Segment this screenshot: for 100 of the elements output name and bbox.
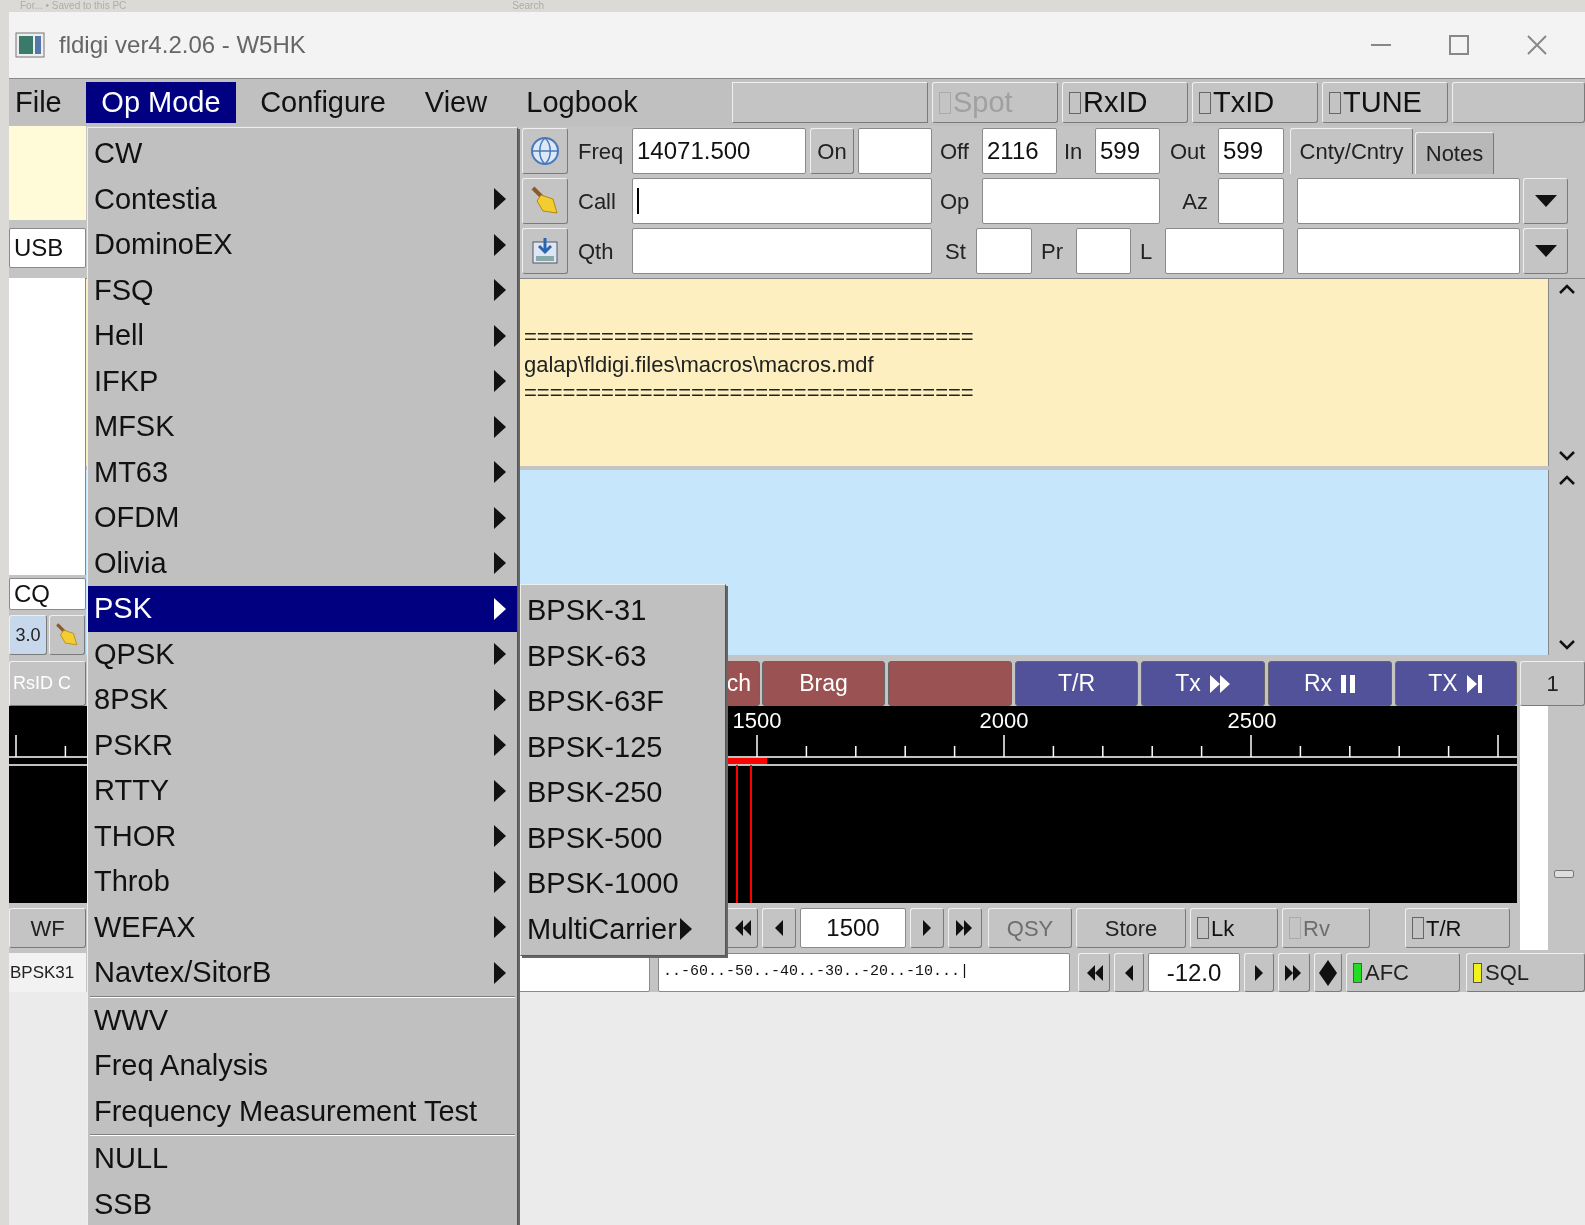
menu-item[interactable]: RTTY	[88, 768, 517, 814]
arrow-up-icon[interactable]	[1558, 474, 1576, 486]
arrow-down-icon[interactable]	[1558, 450, 1576, 462]
tab[interactable]: Notes	[1415, 132, 1494, 174]
toggle-button[interactable]: T/R	[1405, 908, 1510, 948]
frequency-field[interactable]: 14071.500	[632, 128, 806, 174]
menu-item[interactable]: MultiCarrier	[521, 906, 725, 952]
macro-button[interactable]: Tx	[1141, 661, 1265, 706]
fast-back-button[interactable]	[1078, 953, 1110, 992]
dropdown-button[interactable]	[1523, 178, 1568, 224]
menu-item[interactable]: QPSK	[88, 631, 517, 677]
checkbox[interactable]	[1329, 91, 1341, 114]
clear-button[interactable]	[522, 178, 568, 224]
locator-field[interactable]	[1165, 228, 1284, 274]
menu-item[interactable]: Op Mode	[86, 82, 236, 123]
toggle-button[interactable]: RxID	[1062, 82, 1188, 123]
menu-item[interactable]: BPSK-500	[521, 815, 725, 861]
menu-item[interactable]: Olivia	[88, 540, 517, 586]
checkbox[interactable]	[1199, 91, 1211, 114]
macro-button[interactable]: T/R	[1015, 661, 1138, 706]
toggle-button[interactable]: TUNE	[1322, 82, 1448, 123]
menu-item[interactable]: Configure	[246, 82, 400, 123]
on-button[interactable]: On	[810, 128, 854, 174]
menu-item[interactable]: PSKR	[88, 722, 517, 768]
menu-item[interactable]: MT63	[88, 449, 517, 495]
menu-item[interactable]: Navtex/SitorB	[88, 950, 517, 996]
menu-item[interactable]: BPSK-250	[521, 770, 725, 816]
slider-track[interactable]	[1520, 706, 1548, 950]
rst-out-field[interactable]: 599	[1218, 128, 1284, 174]
menu-item[interactable]: File	[9, 82, 75, 123]
menu-item[interactable]: MFSK	[88, 404, 517, 450]
menu-item[interactable]: BPSK-31	[521, 588, 725, 634]
menu-item[interactable]: IFKP	[88, 358, 517, 404]
checkbox[interactable]	[1412, 917, 1424, 939]
diamond-button[interactable]	[1314, 953, 1342, 992]
store-button[interactable]: Store	[1076, 908, 1186, 948]
step-back-button[interactable]	[1114, 953, 1144, 992]
fast-back-button[interactable]	[726, 908, 758, 948]
scrollbar[interactable]	[1548, 279, 1585, 466]
menu-item[interactable]: Contestia	[88, 176, 517, 222]
state-field[interactable]	[976, 228, 1032, 274]
menu-item[interactable]: Frequency Measurement Test	[88, 1088, 517, 1134]
macro-button[interactable]: Rx	[1268, 661, 1392, 706]
macro-page-button[interactable]: 1	[1520, 661, 1585, 706]
arrow-down-icon[interactable]	[1558, 639, 1576, 651]
menu-item[interactable]: PSK	[88, 586, 517, 632]
time-on-field[interactable]	[858, 128, 932, 174]
menu-item[interactable]: THOR	[88, 813, 517, 859]
frequency-field[interactable]: 1500	[800, 908, 906, 948]
combo-field[interactable]	[1297, 228, 1520, 274]
menu-item[interactable]: View	[412, 82, 500, 123]
menu-item[interactable]: NULL	[88, 1136, 517, 1182]
menu-item[interactable]: Hell	[88, 313, 517, 359]
import-button[interactable]	[522, 228, 568, 274]
clear-button[interactable]	[49, 615, 85, 655]
wf-button[interactable]: WF	[9, 908, 86, 948]
combo-field[interactable]	[1297, 178, 1520, 224]
menu-item[interactable]: WWV	[88, 997, 517, 1043]
cq-field[interactable]: CQ	[9, 578, 86, 610]
field-label: St	[945, 237, 967, 266]
fast-forward-button[interactable]	[948, 908, 982, 948]
macro-button[interactable]: TX	[1395, 661, 1517, 706]
menu-item[interactable]: Throb	[88, 859, 517, 905]
qth-field[interactable]	[632, 228, 932, 274]
toggle-button[interactable]: TxID	[1192, 82, 1318, 123]
menu-item[interactable]: OFDM	[88, 495, 517, 541]
menu-item[interactable]: DominoEX	[88, 222, 517, 268]
step-forward-button[interactable]	[910, 908, 944, 948]
rst-in-field[interactable]: 599	[1095, 128, 1160, 174]
call-field[interactable]	[632, 178, 932, 224]
time-off-field[interactable]: 2116	[982, 128, 1057, 174]
menu-item[interactable]: CW	[88, 131, 517, 177]
maximize-icon[interactable]	[1447, 33, 1471, 57]
step-back-button[interactable]	[762, 908, 796, 948]
close-icon[interactable]	[1525, 33, 1549, 57]
menu-item[interactable]: FSQ	[88, 267, 517, 313]
arrow-up-icon[interactable]	[1558, 283, 1576, 295]
province-field[interactable]	[1076, 228, 1131, 274]
checkbox[interactable]	[1197, 917, 1209, 939]
operator-field[interactable]	[982, 178, 1160, 224]
menu-item[interactable]: WEFAX	[88, 904, 517, 950]
indicator-button[interactable]: SQL	[1466, 953, 1585, 992]
value-button[interactable]: 3.0	[9, 615, 47, 655]
level-field[interactable]: -12.0	[1148, 953, 1240, 992]
azimuth-field[interactable]	[1218, 178, 1284, 224]
indicator-button[interactable]: AFC	[1346, 953, 1460, 992]
menu-item[interactable]: BPSK-125	[521, 724, 725, 770]
tab[interactable]: Cnty/Cntry	[1290, 128, 1413, 174]
dropdown-button[interactable]	[1523, 228, 1568, 274]
checkbox[interactable]	[1069, 91, 1081, 114]
menu-item[interactable]: SSB	[88, 1181, 517, 1225]
slider-handle[interactable]	[1554, 870, 1574, 878]
menu-item[interactable]: Freq Analysis	[88, 1043, 517, 1089]
lookup-button[interactable]	[522, 128, 568, 174]
fast-forward-button[interactable]	[1278, 953, 1310, 992]
step-forward-button[interactable]	[1244, 953, 1274, 992]
macro-button[interactable]: Brag	[762, 661, 885, 706]
toggle-button[interactable]: Lk	[1190, 908, 1278, 948]
menu-item[interactable]: Logbook	[512, 82, 652, 123]
mode-field[interactable]: USB	[9, 228, 86, 268]
